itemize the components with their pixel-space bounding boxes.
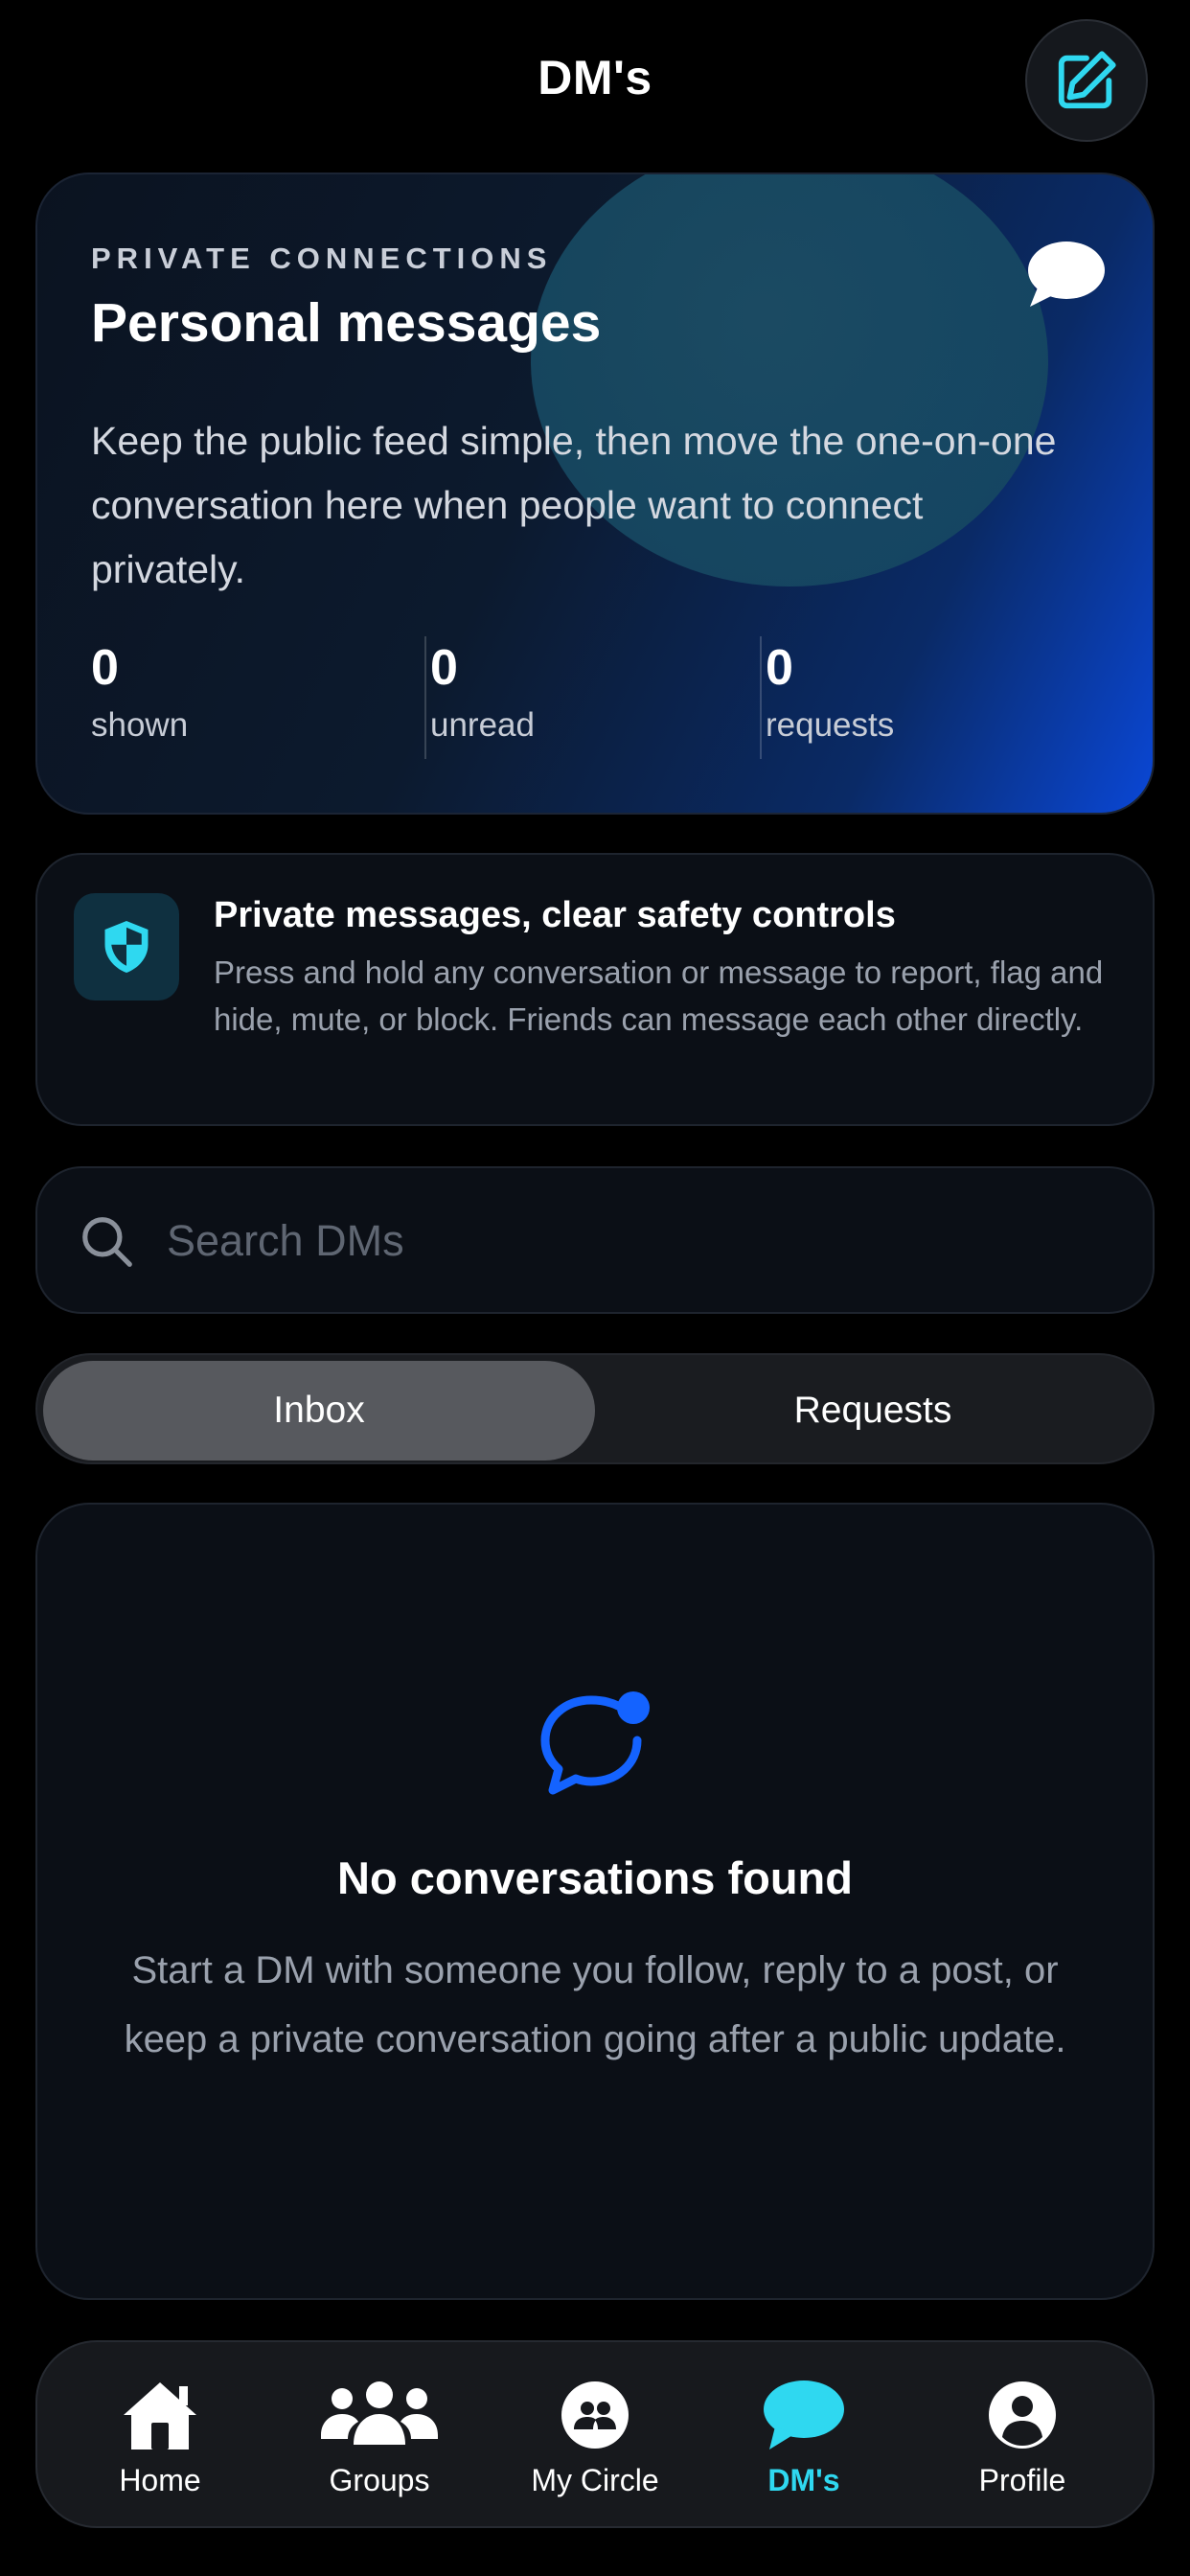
circle-icon: [561, 2381, 629, 2449]
search-icon: [82, 1217, 132, 1267]
tab-inbox[interactable]: Inbox: [43, 1361, 595, 1460]
stat-label: shown: [91, 706, 189, 744]
nav-label: Groups: [329, 2463, 430, 2497]
divider: [424, 636, 426, 759]
nav-label: My Circle: [531, 2463, 659, 2497]
inbox-tabs: Inbox Requests: [35, 1353, 1155, 1464]
chat-bubble-icon: [1028, 242, 1105, 307]
stat-value: 0: [766, 640, 793, 696]
stat-requests: 0 requests: [766, 639, 894, 745]
profile-icon: [989, 2381, 1056, 2449]
safety-description: Press and hold any conversation or messa…: [214, 954, 1104, 1037]
stat-value: 0: [91, 640, 119, 696]
tab-requests[interactable]: Requests: [597, 1361, 1149, 1460]
safety-card: Private messages, clear safety controls …: [35, 853, 1155, 1126]
nav-label: Profile: [978, 2463, 1066, 2497]
empty-state-description: Start a DM with someone you follow, repl…: [124, 1949, 1066, 2060]
nav-label: Home: [119, 2463, 201, 2497]
home-icon: [124, 2382, 196, 2450]
nav-label: DM's: [767, 2463, 840, 2497]
nav-item-home[interactable]: Home: [64, 2342, 256, 2530]
stat-unread: 0 unread: [430, 639, 535, 745]
search-bar[interactable]: [35, 1166, 1155, 1314]
divider: [760, 636, 762, 759]
groups-icon: [321, 2381, 438, 2445]
shield-badge: [74, 893, 179, 1000]
stat-value: 0: [430, 640, 458, 696]
stat-shown: 0 shown: [91, 639, 188, 745]
bottom-nav: Home Groups My Circle DM's Profile: [35, 2340, 1155, 2528]
empty-state-card: No conversations found Start a DM with s…: [35, 1503, 1155, 2300]
chat-bubble-icon: [764, 2380, 844, 2450]
stat-label: unread: [430, 706, 535, 744]
compose-icon: [1058, 51, 1116, 109]
stat-label: requests: [766, 706, 895, 744]
nav-item-dms[interactable]: DM's: [708, 2342, 900, 2530]
chat-notification-icon: [540, 1691, 650, 1795]
hero-description: Keep the public feed simple, then move t…: [91, 419, 1057, 591]
dm-screen: DM's PRIVATE CONNECTIONS Personal messag…: [0, 0, 1190, 2576]
hero-card: PRIVATE CONNECTIONS Personal messages Ke…: [35, 172, 1155, 815]
shield-icon: [104, 921, 149, 973]
nav-item-my-circle[interactable]: My Circle: [499, 2342, 691, 2530]
safety-title: Private messages, clear safety controls: [214, 895, 896, 935]
page-title: DM's: [538, 51, 652, 104]
empty-state-title: No conversations found: [337, 1852, 853, 1903]
hero-title: Personal messages: [91, 292, 602, 354]
compose-button[interactable]: [1025, 19, 1148, 142]
search-input[interactable]: [167, 1207, 1029, 1276]
nav-item-groups[interactable]: Groups: [284, 2342, 475, 2530]
hero-eyebrow: PRIVATE CONNECTIONS: [91, 242, 553, 275]
nav-item-profile[interactable]: Profile: [927, 2342, 1118, 2530]
